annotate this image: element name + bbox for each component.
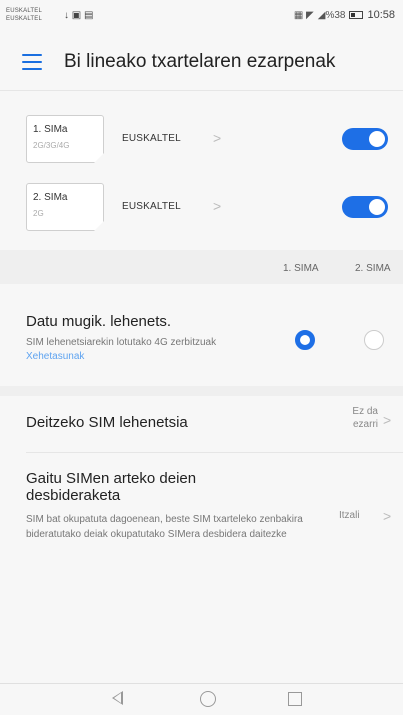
notification-icons: ↓ ▣ ▤ bbox=[64, 10, 94, 21]
sim-tech: 2G bbox=[33, 209, 44, 218]
sim-name: 2. SIMa bbox=[33, 192, 68, 203]
battery-icon bbox=[349, 11, 364, 19]
sim-1-toggle[interactable] bbox=[342, 128, 388, 150]
status-right: ▦ ◤ ◢%38 10:58 bbox=[294, 9, 395, 21]
status-bar: EUSKALTEL EUSKALTEL ↓ ▣ ▤ ▦ ◤ ◢%38 10:58 bbox=[0, 0, 403, 34]
carrier-labels: EUSKALTEL EUSKALTEL bbox=[6, 7, 42, 23]
call-forwarding-description: SIM bat okupatuta dagoenean, beste SIM t… bbox=[26, 514, 303, 540]
chevron-right-icon: > bbox=[213, 198, 222, 214]
hamburger-icon[interactable] bbox=[22, 54, 42, 70]
sim-2-toggle[interactable] bbox=[342, 196, 388, 218]
sim-operator: EUSKALTEL bbox=[122, 201, 181, 212]
mobile-data-desc-text: SIM lehenetsiarekin lotutako 4G zerbitzu… bbox=[26, 337, 217, 348]
back-icon[interactable] bbox=[112, 691, 123, 705]
sim-tech: 2G/3G/4G bbox=[33, 141, 70, 150]
clock: 10:58 bbox=[367, 9, 395, 21]
chevron-right-icon: > bbox=[383, 412, 392, 428]
section-divider bbox=[0, 386, 403, 396]
mobile-data-description: SIM lehenetsiarekin lotutako 4G zerbitzu… bbox=[26, 336, 266, 364]
sim-card-icon: 2. SIMa 2G bbox=[26, 183, 104, 231]
chevron-right-icon: > bbox=[383, 508, 392, 524]
column-sim-2: 2. SIMA bbox=[355, 263, 391, 274]
sim-name: 1. SIMa bbox=[33, 124, 68, 135]
default-call-value: Ez da ezarri bbox=[352, 406, 378, 430]
sim-column-header bbox=[0, 250, 403, 284]
navigation-bar bbox=[0, 683, 403, 715]
sim-card-icon: 1. SIMa 2G/3G/4G bbox=[26, 115, 104, 163]
recent-apps-icon[interactable] bbox=[288, 692, 302, 706]
divider bbox=[0, 90, 403, 91]
details-link[interactable]: Xehetasunak bbox=[26, 351, 84, 362]
app-bar: Bi lineako txartelaren ezarpenak bbox=[0, 40, 403, 84]
call-forwarding-title: Gaitu SIMen arteko deien desbideraketa bbox=[26, 470, 197, 504]
carrier-1: EUSKALTEL bbox=[6, 8, 43, 14]
battery-percent: ◢%38 bbox=[317, 9, 346, 21]
call-forwarding-value: Itzali bbox=[339, 510, 360, 521]
column-sim-1: 1. SIMA bbox=[283, 263, 319, 274]
mobile-data-sim-1-radio[interactable] bbox=[295, 330, 315, 350]
carrier-2: EUSKALTEL bbox=[6, 16, 43, 22]
sim-operator: EUSKALTEL bbox=[122, 133, 181, 144]
chevron-right-icon: > bbox=[213, 130, 222, 146]
home-icon[interactable] bbox=[200, 691, 216, 707]
divider bbox=[26, 452, 403, 453]
mobile-data-title: Datu mugik. lehenets. bbox=[26, 313, 172, 330]
page-title: Bi lineako txartelaren ezarpenak bbox=[64, 51, 336, 72]
mobile-data-sim-2-radio[interactable] bbox=[364, 330, 384, 350]
default-call-title: Deitzeko SIM lehenetsia bbox=[26, 414, 188, 431]
sim-row-1[interactable]: 1. SIMa 2G/3G/4G EUSKALTEL > bbox=[0, 110, 403, 170]
network-icons: ▦ ◤ bbox=[293, 9, 314, 21]
sim-row-2[interactable]: 2. SIMa 2G EUSKALTEL > bbox=[0, 178, 403, 238]
